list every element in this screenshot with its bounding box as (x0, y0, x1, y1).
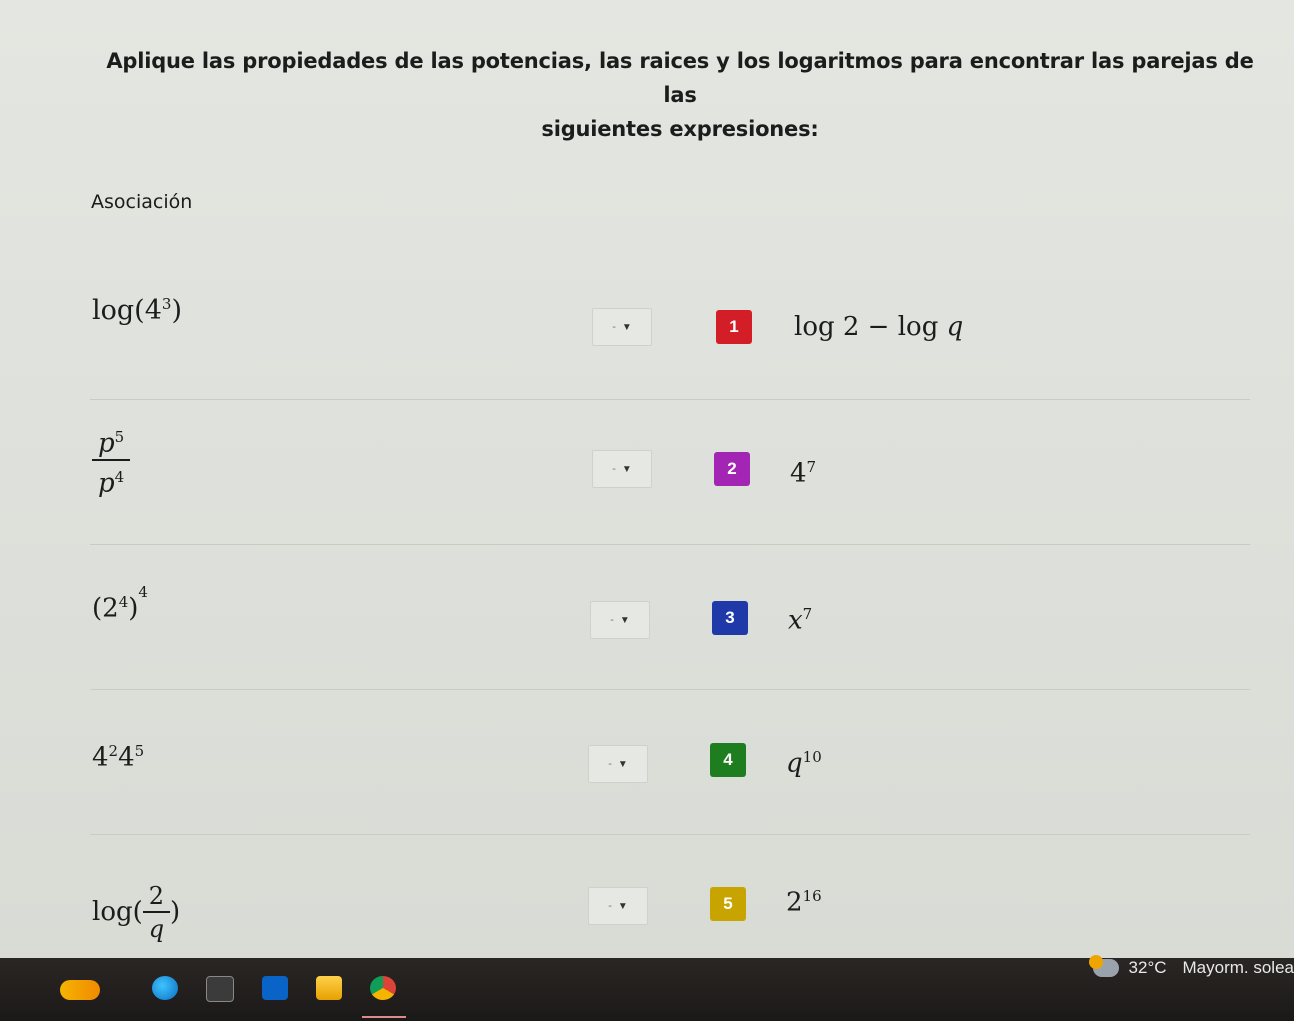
temperature: 32°C (1128, 958, 1167, 977)
answer-select-2[interactable]: - ▼ (592, 450, 652, 488)
active-app-indicator (362, 1016, 406, 1018)
answer-select-3[interactable]: - ▼ (590, 601, 650, 639)
chevron-down-icon: ▼ (621, 463, 632, 475)
weather-widget[interactable]: 32°C Mayorm. solea (1088, 955, 1294, 978)
folder-icon[interactable] (316, 976, 342, 1000)
badge-2: 2 (714, 452, 750, 486)
answer-2: 47 (790, 458, 817, 489)
expression-1: log(43) (92, 295, 182, 326)
chevron-down-icon: ▼ (617, 900, 628, 912)
weather-text: Mayorm. solea (1182, 958, 1294, 977)
answer-select-1[interactable]: - ▼ (592, 308, 652, 346)
answer-4: q10 (786, 748, 822, 779)
badge-4: 4 (710, 743, 746, 777)
expression-3: (24)4 (92, 583, 148, 624)
weather-icon (1088, 955, 1119, 977)
outlook-icon[interactable] (262, 976, 288, 1000)
taskbar: 32°C Mayorm. solea (0, 955, 1294, 1021)
expression-5: log(2 q) (92, 882, 181, 943)
chevron-down-icon: ▼ (619, 614, 630, 626)
answer-5: 216 (786, 887, 822, 918)
matching-row: log(43) - ▼ 1 log 2 − log q (80, 255, 1250, 400)
expression-4: 4245 (92, 742, 145, 773)
matching-row: p5 p4 - ▼ 2 47 (80, 400, 1250, 545)
quiz-page: Aplique las propiedades de las potencias… (0, 0, 1294, 958)
chevron-down-icon: ▼ (621, 321, 632, 333)
matching-row: 4245 - ▼ 4 q10 (80, 690, 1250, 835)
instructions-line-2: siguientes expresiones: (541, 117, 819, 141)
chevron-down-icon: ▼ (617, 758, 628, 770)
badge-5: 5 (710, 887, 746, 921)
expression-2: p5 p4 (92, 422, 131, 499)
widgets-icon[interactable] (60, 980, 100, 1000)
edge-icon[interactable] (152, 976, 178, 1000)
answer-select-5[interactable]: - ▼ (588, 887, 648, 925)
answer-select-4[interactable]: - ▼ (588, 745, 648, 783)
instructions: Aplique las propiedades de las potencias… (100, 44, 1260, 146)
badge-3: 3 (712, 601, 748, 635)
instructions-line-1: Aplique las propiedades de las potencias… (106, 49, 1254, 107)
chrome-icon[interactable] (370, 976, 396, 1000)
matching-row: (24)4 - ▼ 3 x7 (80, 545, 1250, 690)
answer-1: log 2 − log q (794, 312, 964, 342)
answer-3: x7 (788, 605, 813, 636)
section-title: Asociación (91, 191, 193, 213)
badge-1: 1 (716, 310, 752, 344)
calculator-icon[interactable] (206, 976, 234, 1002)
